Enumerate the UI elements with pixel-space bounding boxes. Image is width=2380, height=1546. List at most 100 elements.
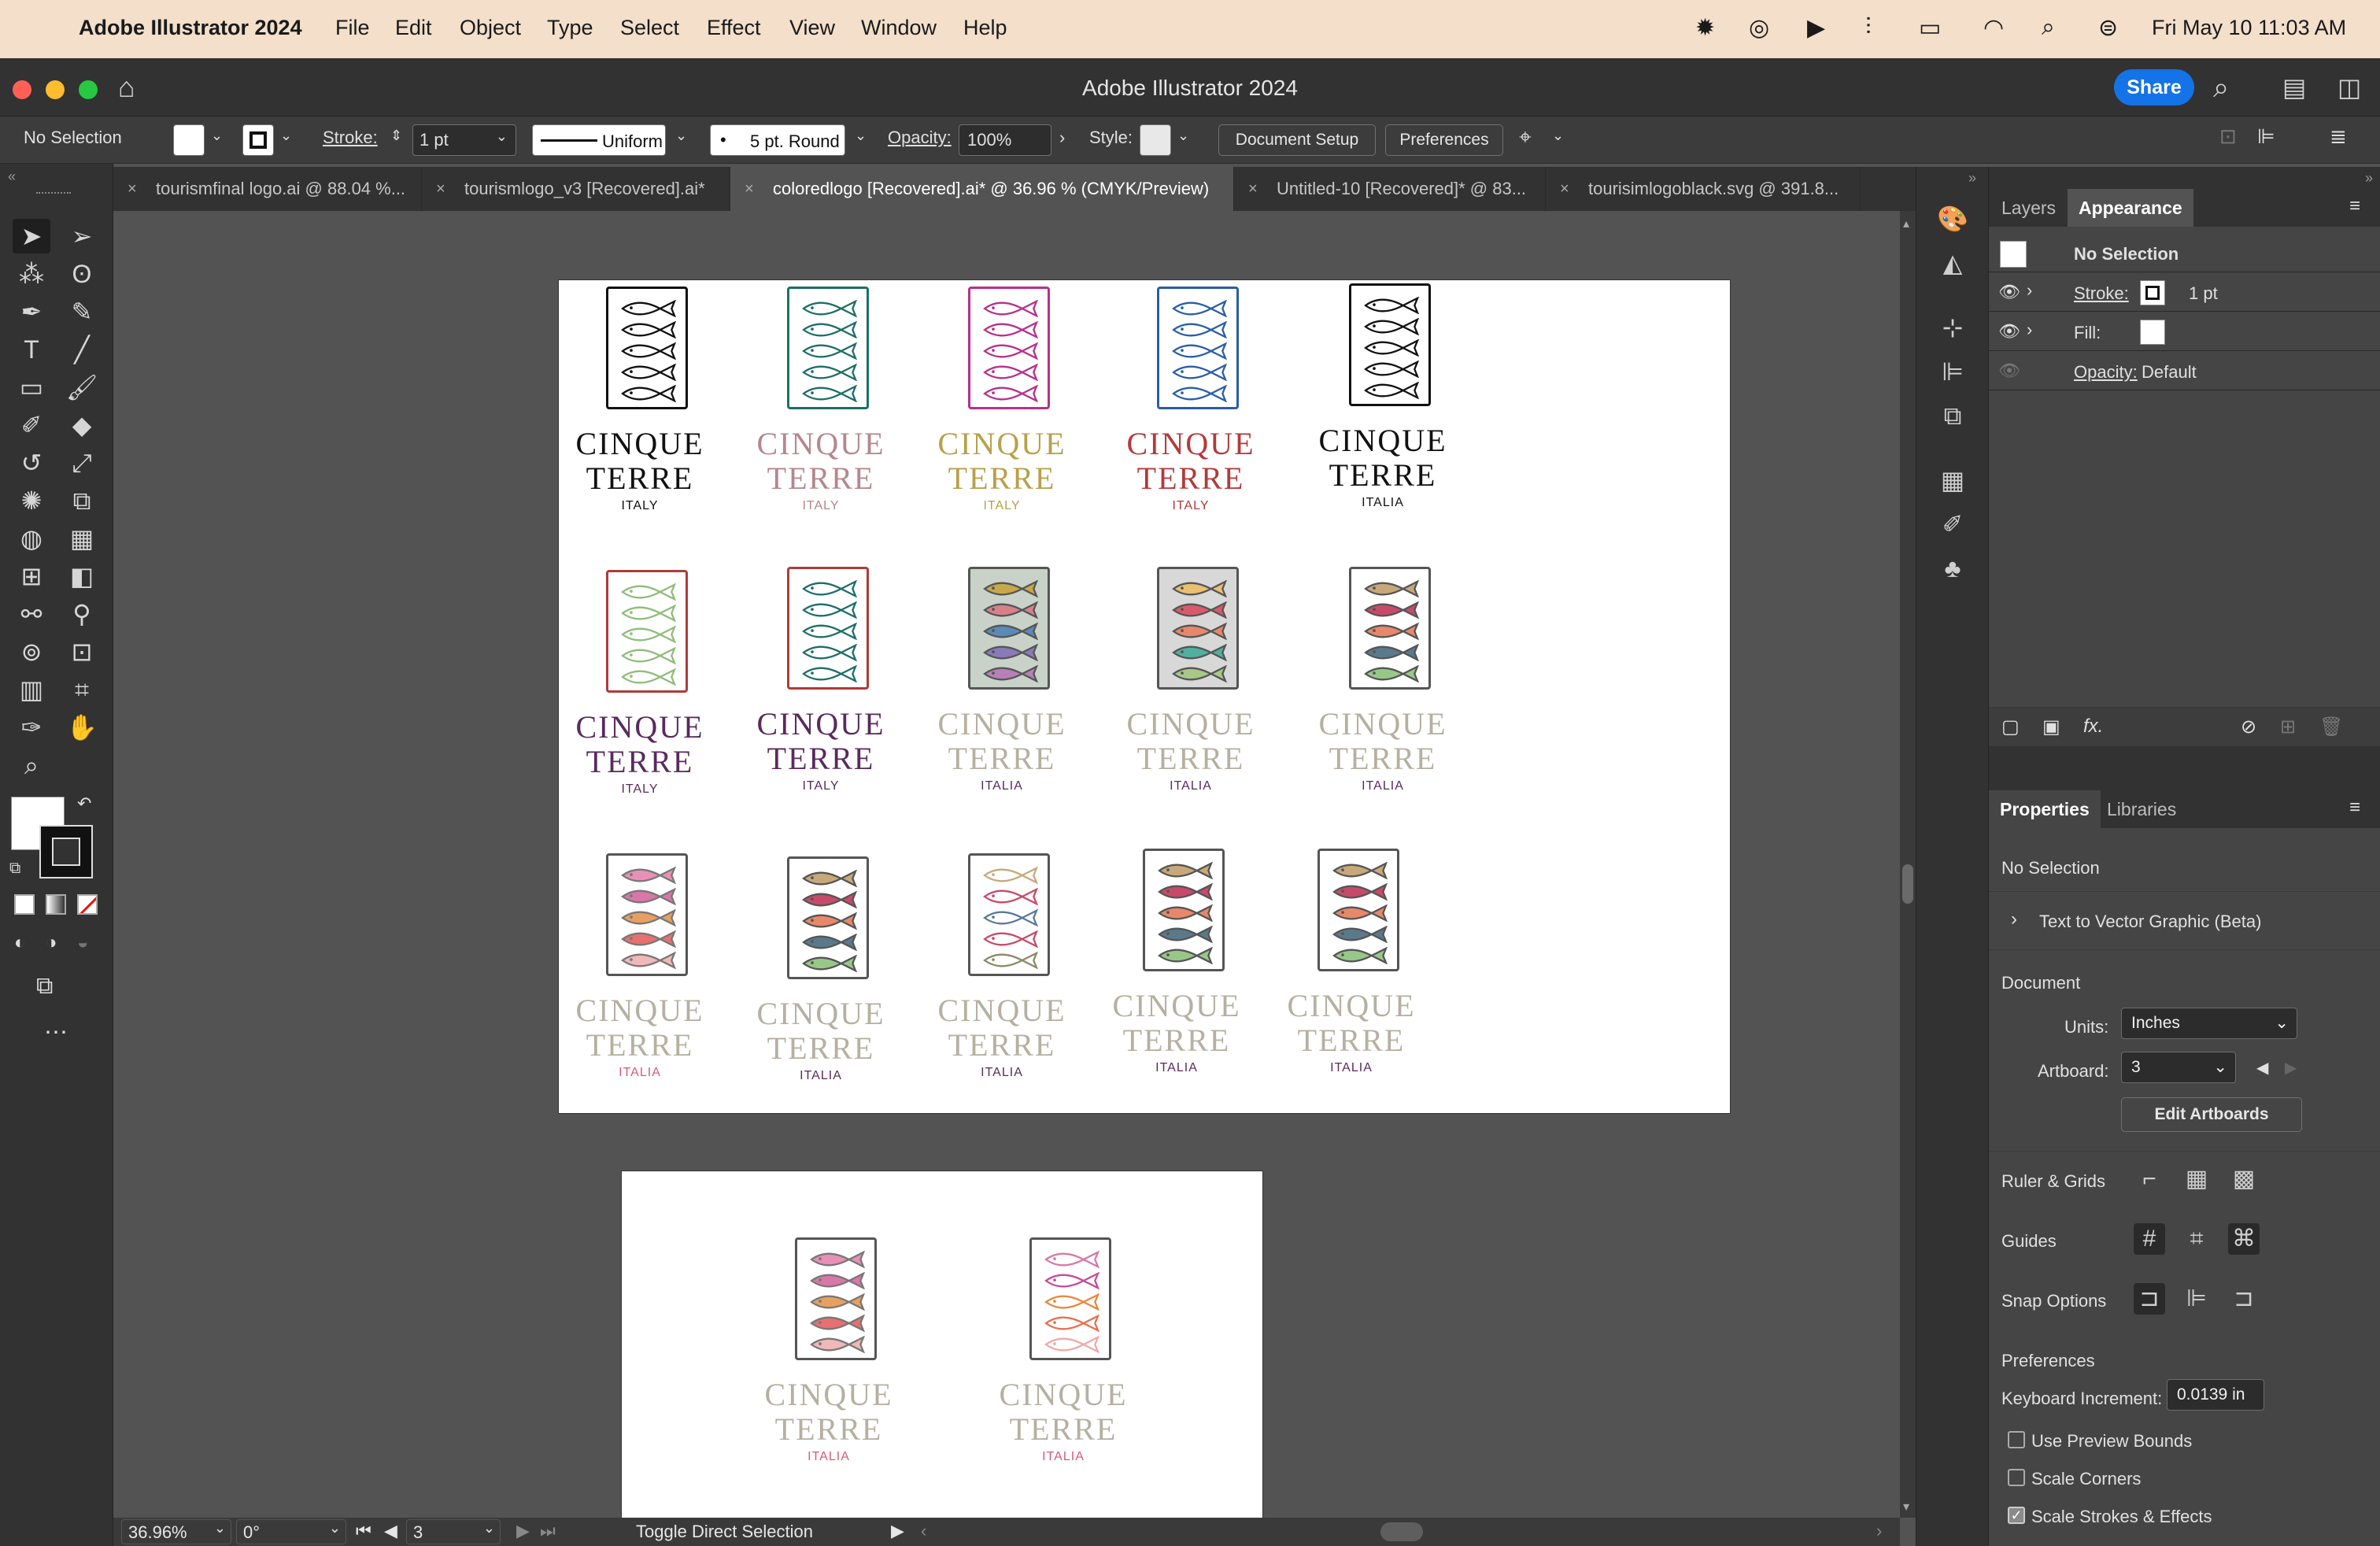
symbol-sprayer-tool-icon[interactable]: ⊚: [13, 634, 50, 669]
smart-guides-icon[interactable]: ⌘: [2228, 1223, 2260, 1255]
style-dropdown-chevron-icon[interactable]: ⌄: [1177, 128, 1189, 144]
keyboard-increment-field[interactable]: 0.0139 in: [2167, 1379, 2264, 1411]
artboard-navigator[interactable]: 3 ⌄: [406, 1519, 501, 1544]
collapse-toolbar-icon[interactable]: «: [8, 168, 16, 185]
stroke-swatch[interactable]: [2140, 280, 2165, 305]
cinque-terre-variant-logo[interactable]: CINQUE TERRE ITALIA: [989, 1237, 1138, 1489]
cinque-terre-logo[interactable]: CINQUE TERRE ITALIA: [927, 853, 1077, 1105]
default-fill-stroke-icon[interactable]: ⧉: [9, 860, 20, 878]
column-graph-tool-icon[interactable]: ▥: [13, 672, 50, 707]
draw-inside-icon[interactable]: ◒: [77, 932, 89, 954]
lock-guides-icon[interactable]: ⌗: [2181, 1223, 2212, 1255]
select-similar-icon[interactable]: ⌖: [1519, 124, 1532, 150]
close-tab-icon[interactable]: ×: [1560, 167, 1569, 211]
clear-appearance-icon[interactable]: ⊘: [2241, 716, 2256, 738]
opacity-chevron-right-icon[interactable]: ›: [1059, 128, 1065, 148]
variable-width-profile[interactable]: Uniform: [532, 124, 666, 156]
status-menu-chevron-icon[interactable]: ▶: [891, 1521, 904, 1541]
stroke-stepper-icon[interactable]: ⇕: [390, 128, 402, 144]
opacity-label[interactable]: Opacity:: [888, 128, 952, 148]
tab-document-1[interactable]: × tourismfinal logo.ai @ 88.04 %...: [113, 167, 422, 211]
grid-icon[interactable]: ▦: [2181, 1163, 2212, 1195]
draw-behind-icon[interactable]: ◑: [46, 932, 57, 954]
next-artboard-icon[interactable]: ▶: [2285, 1058, 2297, 1078]
swap-fill-stroke-icon[interactable]: ↶: [77, 793, 91, 814]
scroll-up-icon[interactable]: ▴: [1903, 216, 1909, 231]
stroke-weight-field[interactable]: 1 pt ⌄: [412, 124, 516, 156]
previous-artboard-icon[interactable]: ◀: [2256, 1058, 2268, 1078]
tab-layers[interactable]: Layers: [1990, 189, 2067, 227]
control-center-icon[interactable]: ⊜: [2098, 14, 2118, 42]
scale-strokes-effects-checkbox[interactable]: ✓: [2008, 1507, 2025, 1524]
menu-object[interactable]: Object: [460, 16, 521, 40]
appearance-stroke-row[interactable]: 👁 › Stroke: 1 pt: [1989, 272, 2380, 312]
none-mode-icon[interactable]: [77, 894, 98, 915]
app-menu[interactable]: Adobe Illustrator 2024: [79, 16, 302, 40]
cinque-terre-logo[interactable]: CINQUE TERRE ITALY: [565, 287, 715, 538]
menu-window[interactable]: Window: [861, 16, 937, 40]
cinque-terre-logo[interactable]: CINQUE TERRE ITALY: [746, 567, 896, 819]
use-preview-bounds-checkbox[interactable]: [2008, 1431, 2025, 1448]
eye-visibility-icon[interactable]: 👁: [1998, 361, 2020, 381]
tab-appearance[interactable]: Appearance: [2068, 189, 2193, 227]
play-icon[interactable]: ▶: [1807, 14, 1825, 42]
scale-corners-checkbox[interactable]: [2008, 1469, 2025, 1486]
collapse-dock-icon[interactable]: »: [1968, 170, 1976, 187]
stroke-weight[interactable]: 1 pt: [2189, 283, 2218, 304]
cinque-terre-logo[interactable]: CINQUE TERRE ITALIA: [927, 567, 1077, 819]
transparency-grid-icon[interactable]: ▩: [2228, 1163, 2260, 1195]
eyedropper-tool-icon[interactable]: ⚲: [63, 597, 101, 631]
rotate-tool-icon[interactable]: ↺: [13, 446, 50, 480]
tab-document-5[interactable]: × tourisimlogoblack.svg @ 391.8...: [1546, 167, 1861, 211]
color-panel-icon[interactable]: 🎨: [1932, 202, 1973, 236]
spotlight-search-icon[interactable]: ⌕: [2042, 14, 2055, 41]
eraser-tool-icon[interactable]: ◆: [63, 408, 101, 442]
battery-icon[interactable]: ▭: [1919, 14, 1941, 42]
close-tab-icon[interactable]: ×: [745, 167, 754, 211]
line-segment-tool-icon[interactable]: ╱: [63, 332, 101, 367]
artboard-secondary[interactable]: CINQUE TERRE ITALIA CINQUE TERRE ITALIA: [622, 1171, 1262, 1518]
scroll-down-icon[interactable]: ▾: [1903, 1499, 1909, 1515]
vertical-scroll-thumb[interactable]: [1902, 864, 1913, 904]
curvature-tool-icon[interactable]: ✎: [63, 294, 101, 329]
draw-normal-icon[interactable]: ◐: [14, 932, 26, 954]
transform-panel-icon[interactable]: ⊹: [1932, 310, 1973, 345]
cinque-terre-variant-logo[interactable]: CINQUE TERRE ITALIA: [754, 1237, 904, 1489]
perspective-grid-tool-icon[interactable]: ▦: [63, 521, 101, 556]
blend-tool-icon[interactable]: ⚯: [13, 597, 50, 631]
shape-builder-tool-icon[interactable]: ◍: [13, 521, 50, 556]
paintbrush-tool-icon[interactable]: 🖌: [63, 370, 101, 405]
control-bar-menu-icon[interactable]: ≣: [2330, 124, 2347, 149]
next-artboard-icon[interactable]: ▶: [516, 1521, 530, 1541]
symbols-panel-icon[interactable]: ♣: [1932, 551, 1973, 586]
fill-swatch[interactable]: [2140, 320, 2165, 345]
extensions-icon[interactable]: ⫶: [1865, 14, 1872, 41]
close-tab-icon[interactable]: ×: [1248, 167, 1258, 211]
cinque-terre-logo[interactable]: CINQUE TERRE ITALY: [746, 287, 896, 538]
collapse-panels-icon[interactable]: »: [2365, 170, 2373, 187]
menu-view[interactable]: View: [789, 16, 835, 40]
edit-toolbar-more-icon[interactable]: ⋯: [44, 1019, 68, 1046]
wifi-icon[interactable]: ◠: [1983, 14, 2004, 42]
brush-definition[interactable]: • 5 pt. Round: [710, 124, 845, 156]
hand-tool-icon[interactable]: ✋: [63, 710, 101, 745]
menu-edit[interactable]: Edit: [395, 16, 432, 40]
properties-menu-icon[interactable]: ≡: [2349, 797, 2360, 819]
profile-dropdown-chevron-icon[interactable]: ⌄: [675, 128, 687, 144]
tab-document-4[interactable]: × Untitled-10 [Recovered]* @ 83...: [1234, 167, 1546, 211]
preferences-button[interactable]: Preferences: [1385, 124, 1503, 156]
artboard-tool-icon[interactable]: ⊡: [63, 634, 101, 669]
magic-wand-tool-icon[interactable]: ⁂: [13, 257, 50, 291]
stroke-color-box[interactable]: [39, 825, 93, 878]
workspace-switcher-icon[interactable]: ◫: [2338, 72, 2361, 102]
snap-to-point-icon[interactable]: ⊐: [2134, 1283, 2165, 1315]
free-transform-tool-icon[interactable]: ⧉: [63, 483, 101, 518]
select-similar-chevron-icon[interactable]: ⌄: [1552, 128, 1564, 144]
duplicate-item-icon[interactable]: ⊞: [2280, 716, 2296, 738]
gradient-tool-icon[interactable]: ◧: [63, 559, 101, 594]
close-tab-icon[interactable]: ×: [436, 167, 445, 211]
toolbar-grip[interactable]: [36, 192, 71, 197]
tab-document-3[interactable]: × coloredlogo [Recovered].ai* @ 36.96 % …: [730, 167, 1234, 211]
align-icon[interactable]: ⊫: [2257, 124, 2275, 149]
snap-to-pixel-icon[interactable]: ⊐: [2228, 1283, 2260, 1315]
